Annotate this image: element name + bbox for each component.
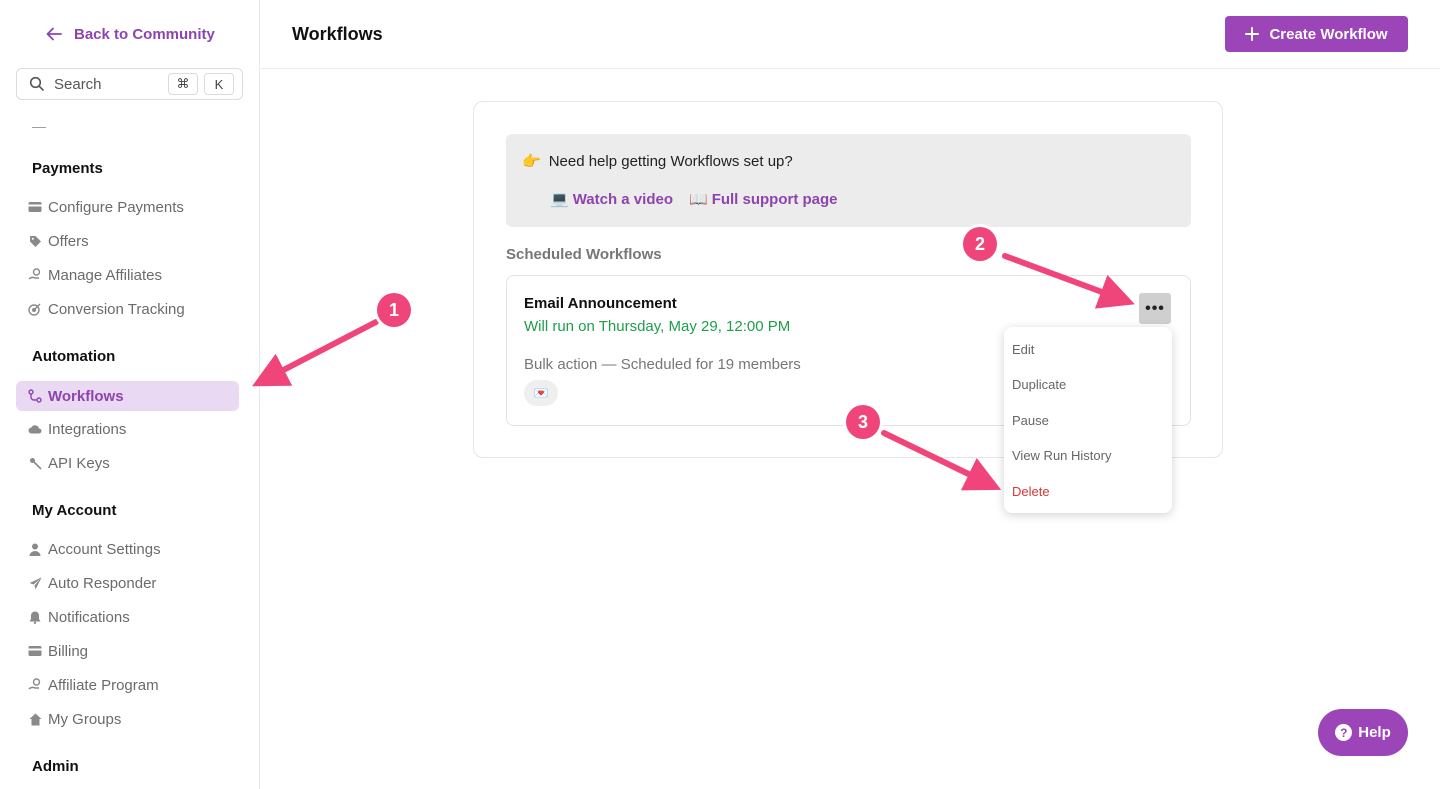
help-links: 💻 Watch a video 📖 Full support page [550, 190, 838, 209]
target-icon [28, 302, 42, 316]
sidebar-item-offers[interactable]: Offers [16, 226, 239, 256]
bell-icon [28, 610, 42, 624]
sidebar-item-label: Configure Payments [48, 198, 184, 216]
sidebar-item-manage-affiliates[interactable]: Manage Affiliates [16, 260, 239, 290]
create-workflow-button[interactable]: Create Workflow [1225, 16, 1408, 52]
workflow-run-time: Will run on Thursday, May 29, 12:00 PM [524, 318, 791, 335]
sidebar-item-label: API Keys [48, 454, 110, 472]
sidebar: Back to Community Search ⌘ K — Payments … [0, 0, 260, 789]
annotation-marker-1: 1 [377, 293, 411, 327]
cloud-icon [28, 422, 42, 436]
hand-coin-icon [28, 678, 42, 692]
sidebar-item-label: Offers [48, 232, 89, 250]
help-button-label: Help [1358, 724, 1391, 741]
section-automation: Automation [32, 348, 116, 365]
laptop-icon: 💻 [550, 191, 569, 208]
sidebar-item-my-groups[interactable]: My Groups [16, 704, 239, 734]
sidebar-item-label: Billing [48, 642, 89, 660]
search-icon [29, 76, 44, 91]
sidebar-item-label: Affiliate Program [48, 676, 159, 694]
annotation-marker-2: 2 [963, 227, 997, 261]
key-icon [28, 456, 42, 470]
section-admin: Admin [32, 758, 79, 775]
sidebar-item-label: Workflows [48, 387, 124, 405]
sidebar-item-label: Account Settings [48, 540, 161, 558]
workflow-options-menu: Edit Duplicate Pause View Run History De… [1004, 327, 1172, 513]
scheduled-workflows-label: Scheduled Workflows [506, 246, 662, 263]
menu-item-edit[interactable]: Edit [1012, 342, 1034, 357]
annotation-marker-3: 3 [846, 405, 880, 439]
plus-icon [1245, 27, 1260, 41]
page-title: Workflows [292, 24, 383, 44]
menu-item-pause[interactable]: Pause [1012, 413, 1049, 428]
sidebar-item-auto-responder[interactable]: Auto Responder [16, 568, 239, 598]
house-icon [28, 712, 42, 726]
user-icon [28, 542, 42, 556]
help-question-text: Need help getting Workflows set up? [548, 152, 793, 170]
sidebar-item-account-settings[interactable]: Account Settings [16, 534, 239, 564]
watch-video-link[interactable]: 💻 Watch a video [550, 190, 673, 209]
menu-item-duplicate[interactable]: Duplicate [1012, 377, 1066, 392]
sidebar-item-billing[interactable]: Billing [16, 636, 239, 666]
sidebar-item-api-keys[interactable]: API Keys [16, 448, 239, 478]
pointing-hand-icon: 👉 [522, 153, 541, 170]
full-support-link[interactable]: 📖 Full support page [689, 190, 838, 209]
credit-card-icon [28, 644, 42, 658]
sidebar-item-affiliate-program[interactable]: Affiliate Program [16, 670, 239, 700]
sidebar-item-label: Conversion Tracking [48, 300, 185, 318]
book-icon: 📖 [689, 191, 708, 208]
back-to-community-link[interactable]: Back to Community [44, 24, 215, 44]
help-question: 👉 Need help getting Workflows set up? [522, 152, 793, 171]
watch-video-label: Watch a video [572, 190, 673, 208]
sidebar-item-notifications[interactable]: Notifications [16, 602, 239, 632]
back-link-label: Back to Community [74, 25, 215, 43]
sidebar-item-label: Manage Affiliates [48, 266, 162, 284]
sidebar-item-label: Notifications [48, 608, 130, 626]
full-support-label: Full support page [711, 190, 838, 208]
paper-plane-icon [28, 576, 42, 590]
workflow-icon [28, 389, 42, 403]
sidebar-item-label: My Groups [48, 710, 122, 728]
sidebar-item-workflows[interactable]: Workflows [16, 381, 239, 411]
arrow-to-workflows [252, 319, 379, 387]
section-my-account: My Account [32, 502, 117, 519]
menu-item-delete[interactable]: Delete [1012, 484, 1050, 499]
more-options-button[interactable]: ••• [1139, 293, 1171, 324]
arrow-left-icon [46, 27, 62, 41]
menu-item-view-run-history[interactable]: View Run History [1012, 448, 1111, 463]
kbd-command: ⌘ [168, 73, 198, 95]
page-header: Workflows Create Workflow [261, 0, 1440, 69]
divider-dash: — [32, 118, 46, 134]
search-input[interactable]: Search ⌘ K [16, 68, 243, 100]
help-box: 👉 Need help getting Workflows set up? 💻 … [506, 134, 1191, 227]
kbd-k: K [204, 73, 234, 95]
sidebar-item-label: Integrations [48, 420, 127, 438]
sidebar-item-label: Auto Responder [48, 574, 157, 592]
credit-card-icon [28, 200, 42, 214]
sidebar-item-integrations[interactable]: Integrations [16, 414, 239, 444]
sidebar-item-conversion-tracking[interactable]: Conversion Tracking [16, 294, 239, 324]
question-icon: ? [1335, 724, 1353, 741]
search-label: Search [54, 75, 102, 93]
hand-coin-icon [28, 268, 42, 282]
section-payments: Payments [32, 160, 103, 177]
help-button[interactable]: ? Help [1318, 709, 1408, 756]
workflow-bulk-info: Bulk action — Scheduled for 19 members [524, 356, 801, 373]
love-letter-icon: 💌 [524, 380, 558, 406]
tag-icon [28, 234, 42, 248]
sidebar-item-configure-payments[interactable]: Configure Payments [16, 192, 239, 222]
workflow-name: Email Announcement [524, 295, 677, 312]
create-workflow-label: Create Workflow [1269, 25, 1388, 43]
